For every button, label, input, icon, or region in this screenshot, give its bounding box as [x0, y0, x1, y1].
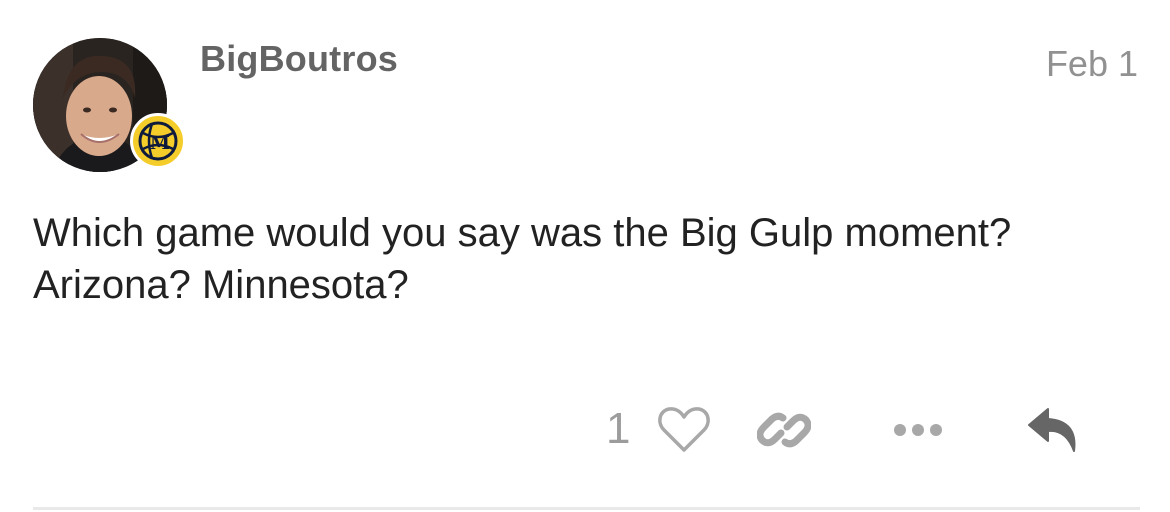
heart-outline-icon: [658, 407, 710, 452]
reply-arrow-icon: [1028, 408, 1076, 452]
post-divider: [33, 507, 1140, 510]
post-actions: 1: [0, 400, 1170, 460]
post-body-line: Which game would you say was the Big Gul…: [33, 211, 1012, 255]
basketball-m-flair-icon: M: [130, 113, 186, 169]
reply-button[interactable]: [1024, 400, 1084, 460]
share-link-button[interactable]: [754, 400, 814, 460]
post-body-line: Arizona? Minnesota?: [33, 263, 409, 307]
link-icon: [757, 412, 811, 448]
post-body: Which game would you say was the Big Gul…: [33, 207, 1143, 311]
more-options-button[interactable]: [888, 400, 948, 460]
like-button[interactable]: [654, 400, 714, 460]
post-date[interactable]: Feb 1: [1046, 43, 1138, 85]
post: M BigBoutros Feb 1 Which game would you …: [0, 0, 1170, 512]
ellipsis-icon: [894, 424, 942, 436]
avatar-container[interactable]: M: [33, 38, 186, 172]
svg-text:M: M: [150, 133, 170, 154]
like-count[interactable]: 1: [606, 404, 630, 454]
username[interactable]: BigBoutros: [200, 38, 398, 80]
